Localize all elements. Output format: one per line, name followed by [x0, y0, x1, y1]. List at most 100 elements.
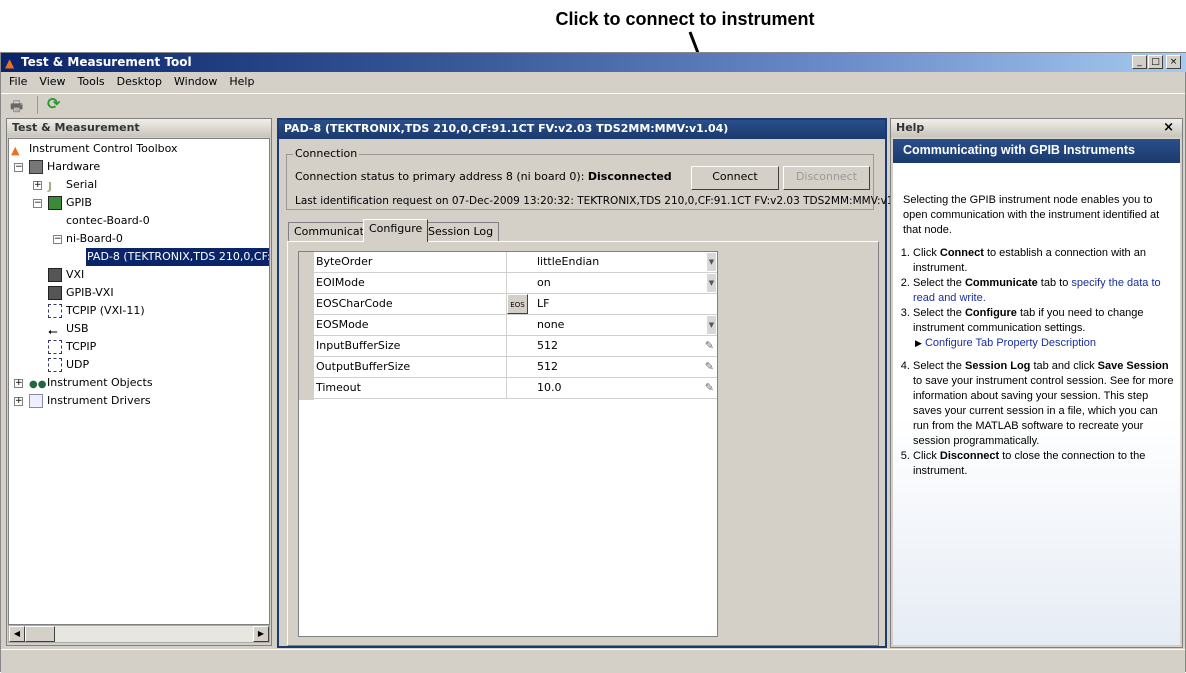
help-step-1: Click Connect to establish a connection … [913, 246, 1174, 276]
tree-label: UDP [66, 358, 90, 371]
help-steps: Click Connect to establish a connection … [893, 246, 1180, 479]
scrollbar-thumb[interactable] [25, 626, 55, 642]
property-name: EOSCharCode [314, 294, 507, 314]
expand-icon[interactable]: + [33, 181, 42, 190]
close-button[interactable]: × [1166, 55, 1181, 69]
tree-item-serial[interactable]: J Serial [48, 176, 97, 194]
tree-label: GPIB [66, 196, 92, 209]
status-bar [1, 649, 1185, 673]
property-value[interactable]: 10.0 [537, 381, 562, 394]
title-bar: ▲ Test & Measurement Tool [1, 53, 1186, 72]
edit-pencil-icon[interactable]: ✎ [705, 381, 714, 394]
close-help-icon[interactable]: × [1163, 120, 1174, 135]
expand-triangle-icon[interactable]: ▶ [915, 338, 922, 348]
matlab-logo-icon: ▲ [5, 56, 15, 70]
tree-label: Instrument Objects [47, 376, 153, 389]
tree-item-udp[interactable]: UDP [48, 356, 89, 374]
disconnect-button[interactable]: Disconnect [783, 166, 870, 190]
tree-label: Instrument Control Toolbox [29, 142, 178, 155]
tree-item-hardware[interactable]: Hardware [29, 158, 100, 176]
property-name: ByteOrder [314, 252, 507, 272]
expand-icon[interactable]: + [14, 379, 23, 388]
tree-label: ni-Board-0 [66, 232, 123, 245]
tree-label: contec-Board-0 [66, 214, 150, 227]
tree-label: Serial [66, 178, 98, 191]
network-icon [48, 340, 62, 354]
property-row-timeout[interactable]: Timeout 10.0 ✎ [299, 378, 717, 399]
menu-bar: File View Tools Desktop Window Help [1, 73, 1185, 92]
dropdown-arrow-icon[interactable]: ▼ [707, 316, 716, 334]
minimize-button[interactable]: _ [1132, 55, 1147, 69]
tab-session-log[interactable]: Session Log [422, 222, 500, 242]
tree-item-contec-board[interactable]: contec-Board-0 [66, 212, 150, 230]
collapse-icon[interactable]: − [14, 163, 23, 172]
last-identification: Last identification request on 07-Dec-20… [295, 195, 911, 207]
property-row-outputbuffersize[interactable]: OutputBufferSize 512 ✎ [299, 357, 717, 378]
tree-label: TCPIP [66, 340, 97, 353]
scroll-left-button[interactable]: ◀ [9, 626, 25, 642]
maximize-button[interactable]: □ [1148, 55, 1163, 69]
tab-configure[interactable]: Configure [363, 219, 429, 242]
instrument-tree: ▲ Instrument Control Toolbox − Hardware +… [8, 138, 270, 625]
tree-item-instrument-drivers[interactable]: Instrument Drivers [29, 392, 151, 410]
connect-button[interactable]: Connect [691, 166, 779, 190]
edit-pencil-icon[interactable]: ✎ [705, 360, 714, 373]
collapse-icon[interactable]: − [53, 235, 62, 244]
property-row-eosmode[interactable]: EOSMode none ▼ [299, 315, 717, 336]
help-panel: Help × Communicating with GPIB Instrument… [890, 118, 1183, 648]
scroll-right-button[interactable]: ▶ [253, 626, 269, 642]
tree-item-tcpip[interactable]: TCPIP [48, 338, 96, 356]
expand-icon[interactable]: + [14, 397, 23, 406]
menu-help[interactable]: Help [223, 73, 260, 92]
tree-item-gpib[interactable]: GPIB [48, 194, 92, 212]
vxi-icon [48, 286, 62, 300]
toolbar: 🖶 ⟳ [1, 93, 1185, 115]
tree-label: TCPIP (VXI-11) [66, 304, 145, 317]
dropdown-arrow-icon[interactable]: ▼ [707, 253, 716, 271]
matlab-icon: ▲ [11, 144, 20, 157]
tree-item-pad8-selected[interactable]: PAD-8 (TEKTRONIX,TDS 210,0,CF:91.1CT FV:… [86, 248, 269, 266]
edit-pencil-icon[interactable]: ✎ [705, 339, 714, 352]
help-content: Communicating with GPIB Instruments Sele… [893, 139, 1180, 645]
tree-item-tcpip-vxi11[interactable]: TCPIP (VXI-11) [48, 302, 145, 320]
tree-item-instrument-objects[interactable]: ●●Instrument Objects [29, 374, 153, 392]
menu-view[interactable]: View [33, 73, 71, 92]
connection-status: Connection status to primary address 8 (… [295, 170, 672, 183]
property-row-byteorder[interactable]: ByteOrder littleEndian ▼ [299, 252, 717, 273]
refresh-icon[interactable]: ⟳ [47, 94, 60, 113]
print-icon[interactable]: 🖶 [10, 96, 23, 120]
tree-label: Instrument Drivers [47, 394, 151, 407]
collapse-icon[interactable]: − [33, 199, 42, 208]
configure-tab-description-link[interactable]: Configure Tab Property Description [925, 337, 1096, 349]
connection-group: Connection Connection status to primary … [286, 147, 910, 210]
horizontal-scrollbar[interactable]: ◀ ▶ [8, 625, 270, 643]
tree-label: VXI [66, 268, 85, 281]
property-row-eoscharcode[interactable]: EOSCharCode EOS LF [299, 294, 717, 315]
property-row-eoimode[interactable]: EOIMode on ▼ [299, 273, 717, 294]
tree-item-toolbox[interactable]: ▲ Instrument Control Toolbox [11, 140, 178, 158]
menu-file[interactable]: File [3, 73, 33, 92]
property-value[interactable]: none [537, 318, 564, 331]
objects-icon: ●● [29, 379, 47, 390]
eos-button[interactable]: EOS [507, 294, 528, 314]
dropdown-arrow-icon[interactable]: ▼ [707, 274, 716, 292]
property-value[interactable]: LF [537, 297, 549, 310]
property-row-inputbuffersize[interactable]: InputBufferSize 512 ✎ [299, 336, 717, 357]
tree-item-vxi[interactable]: VXI [48, 266, 84, 284]
property-value[interactable]: 512 [537, 360, 558, 373]
property-value[interactable]: littleEndian [537, 255, 599, 268]
window-title: Test & Measurement Tool [21, 55, 192, 69]
tree-item-gpib-vxi[interactable]: GPIB-VXI [48, 284, 114, 302]
annotation-caption: Click to connect to instrument [555, 9, 815, 29]
property-value[interactable]: on [537, 276, 551, 289]
tree-item-ni-board[interactable]: ni-Board-0 [66, 230, 123, 248]
driver-file-icon [29, 394, 43, 408]
menu-tools[interactable]: Tools [72, 73, 111, 92]
help-header: Help × [891, 119, 1182, 137]
tree-item-usb[interactable]: ⭠ USB [48, 320, 89, 338]
usb-icon: ⭠ [48, 324, 58, 338]
property-value[interactable]: 512 [537, 339, 558, 352]
menu-window[interactable]: Window [168, 73, 223, 92]
menu-desktop[interactable]: Desktop [111, 73, 168, 92]
tree-label: GPIB-VXI [66, 286, 114, 299]
